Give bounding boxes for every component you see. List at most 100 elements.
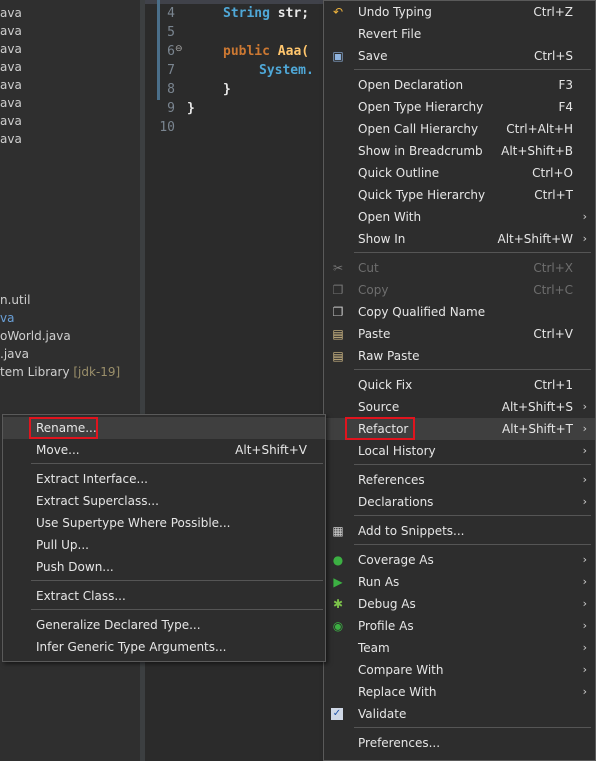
line-number: 7 <box>167 63 175 78</box>
menu-item-raw-paste[interactable]: ▤ Raw Paste <box>324 345 595 367</box>
menu-item-source[interactable]: Source Alt+Shift+S › <box>324 396 595 418</box>
copy-qualified-icon: ❐ <box>332 305 344 319</box>
explorer-item[interactable]: oWorld.java <box>0 327 71 345</box>
menu-item-label: Open With <box>358 210 422 224</box>
chevron-right-icon: › <box>582 641 587 654</box>
menu-item-label: Quick Outline <box>358 166 440 180</box>
menu-item-paste[interactable]: ▤ Paste Ctrl+V <box>324 323 595 345</box>
menu-item-label: Push Down... <box>36 560 114 574</box>
menu-item-preferences[interactable]: Preferences... <box>324 732 595 754</box>
menu-item-extract-interface[interactable]: Extract Interface... <box>3 468 325 490</box>
menu-item-quick-fix[interactable]: Quick Fix Ctrl+1 <box>324 374 595 396</box>
menu-item-label: Run As <box>358 575 400 589</box>
explorer-item-label: tem Library <box>0 365 74 379</box>
menu-item-add-to-snippets[interactable]: ▦ Add to Snippets... <box>324 520 595 542</box>
explorer-item[interactable]: ava <box>0 22 22 40</box>
shortcut-label: Ctrl+Alt+H <box>506 122 573 136</box>
menu-item-label: Copy <box>358 283 389 297</box>
menu-item-revert-file[interactable]: Revert File <box>324 23 595 45</box>
menu-item-label: Quick Type Hierarchy <box>358 188 486 202</box>
menu-item-open-declaration[interactable]: Open Declaration F3 <box>324 74 595 96</box>
menu-item-infer-generic-type-arguments[interactable]: Infer Generic Type Arguments... <box>3 636 325 658</box>
menu-item-move[interactable]: Move... Alt+Shift+V <box>3 439 325 461</box>
undo-icon: ↶ <box>332 5 344 19</box>
shortcut-label: F3 <box>558 78 573 92</box>
shortcut-label: Ctrl+Z <box>533 5 573 19</box>
menu-item-profile-as[interactable]: ◉ Profile As › <box>324 615 595 637</box>
menu-separator <box>354 464 591 465</box>
menu-item-team[interactable]: Team › <box>324 637 595 659</box>
menu-item-run-as[interactable]: ▶ Run As › <box>324 571 595 593</box>
menu-item-references[interactable]: References › <box>324 469 595 491</box>
menu-item-label: Preferences... <box>358 736 441 750</box>
explorer-item[interactable]: ava <box>0 40 22 58</box>
menu-item-local-history[interactable]: Local History › <box>324 440 595 462</box>
rename-highlight-box <box>29 417 98 439</box>
run-icon: ▶ <box>333 575 343 589</box>
shortcut-label: Ctrl+S <box>533 49 573 63</box>
explorer-item[interactable]: ava <box>0 76 22 94</box>
explorer-item[interactable]: va <box>0 309 14 327</box>
menu-item-label: Move... <box>36 443 80 457</box>
chevron-right-icon: › <box>582 422 587 435</box>
explorer-item[interactable]: n.util <box>0 291 30 309</box>
explorer-item[interactable]: ava <box>0 94 22 112</box>
menu-item-label: Quick Fix <box>358 378 413 392</box>
chevron-right-icon: › <box>582 553 587 566</box>
menu-item-undo-typing[interactable]: ↶ Undo Typing Ctrl+Z <box>324 1 595 23</box>
menu-item-validate[interactable]: ✓ Validate <box>324 703 595 725</box>
line-number: 5 <box>167 25 175 40</box>
menu-item-generalize-declared-type[interactable]: Generalize Declared Type... <box>3 614 325 636</box>
menu-item-coverage-as[interactable]: ● Coverage As › <box>324 549 595 571</box>
menu-item-copy-qualified-name[interactable]: ❐ Copy Qualified Name <box>324 301 595 323</box>
fold-toggle-icon[interactable]: ⊖ <box>175 44 183 54</box>
explorer-item[interactable]: ava <box>0 58 22 76</box>
shortcut-label: Alt+Shift+S <box>501 400 573 414</box>
menu-item-label: Compare With <box>358 663 444 677</box>
menu-item-open-call-hierarchy[interactable]: Open Call Hierarchy Ctrl+Alt+H <box>324 118 595 140</box>
menu-item-compare-with[interactable]: Compare With › <box>324 659 595 681</box>
menu-item-debug-as[interactable]: ✱ Debug As › <box>324 593 595 615</box>
shortcut-label: Ctrl+T <box>534 188 573 202</box>
menu-item-extract-class[interactable]: Extract Class... <box>3 585 325 607</box>
menu-separator <box>31 463 323 464</box>
menu-item-label: Show in Breadcrumb <box>358 144 483 158</box>
explorer-item[interactable]: ava <box>0 4 22 22</box>
menu-item-use-supertype[interactable]: Use Supertype Where Possible... <box>3 512 325 534</box>
code-type-token: System. <box>259 63 314 78</box>
code-text-token: Aaa( <box>269 44 310 59</box>
menu-item-label: Save <box>358 49 388 63</box>
paste-icon: ▤ <box>332 327 344 341</box>
menu-item-show-in-breadcrumb[interactable]: Show in Breadcrumb Alt+Shift+B <box>324 140 595 162</box>
menu-item-quick-type-hierarchy[interactable]: Quick Type Hierarchy Ctrl+T <box>324 184 595 206</box>
menu-item-open-with[interactable]: Open With › <box>324 206 595 228</box>
menu-item-quick-outline[interactable]: Quick Outline Ctrl+O <box>324 162 595 184</box>
explorer-item[interactable]: ava <box>0 130 22 148</box>
menu-item-open-type-hierarchy[interactable]: Open Type Hierarchy F4 <box>324 96 595 118</box>
explorer-item[interactable]: ava <box>0 112 22 130</box>
explorer-item[interactable]: tem Library [jdk-19] <box>0 363 120 381</box>
menu-item-replace-with[interactable]: Replace With › <box>324 681 595 703</box>
menu-item-label: Extract Superclass... <box>36 494 159 508</box>
menu-item-show-in[interactable]: Show In Alt+Shift+W › <box>324 228 595 250</box>
menu-item-label: Raw Paste <box>358 349 420 363</box>
menu-item-push-down[interactable]: Push Down... <box>3 556 325 578</box>
menu-item-label: Local History <box>358 444 436 458</box>
menu-separator <box>354 544 591 545</box>
menu-item-label: Infer Generic Type Arguments... <box>36 640 227 654</box>
menu-separator <box>31 580 323 581</box>
menu-item-pull-up[interactable]: Pull Up... <box>3 534 325 556</box>
menu-item-declarations[interactable]: Declarations › <box>324 491 595 513</box>
chevron-right-icon: › <box>582 473 587 486</box>
explorer-item[interactable]: .java <box>0 345 29 363</box>
menu-separator <box>354 727 591 728</box>
line-number: 9 <box>167 101 175 116</box>
shortcut-label: Alt+Shift+B <box>501 144 573 158</box>
code-text-token: str; <box>269 6 310 21</box>
shortcut-label: Alt+Shift+V <box>235 443 307 457</box>
menu-item-extract-superclass[interactable]: Extract Superclass... <box>3 490 325 512</box>
line-number: 8 <box>167 82 175 97</box>
menu-item-label: Coverage As <box>358 553 434 567</box>
profile-icon: ◉ <box>332 619 344 633</box>
menu-item-save[interactable]: ▣ Save Ctrl+S <box>324 45 595 67</box>
